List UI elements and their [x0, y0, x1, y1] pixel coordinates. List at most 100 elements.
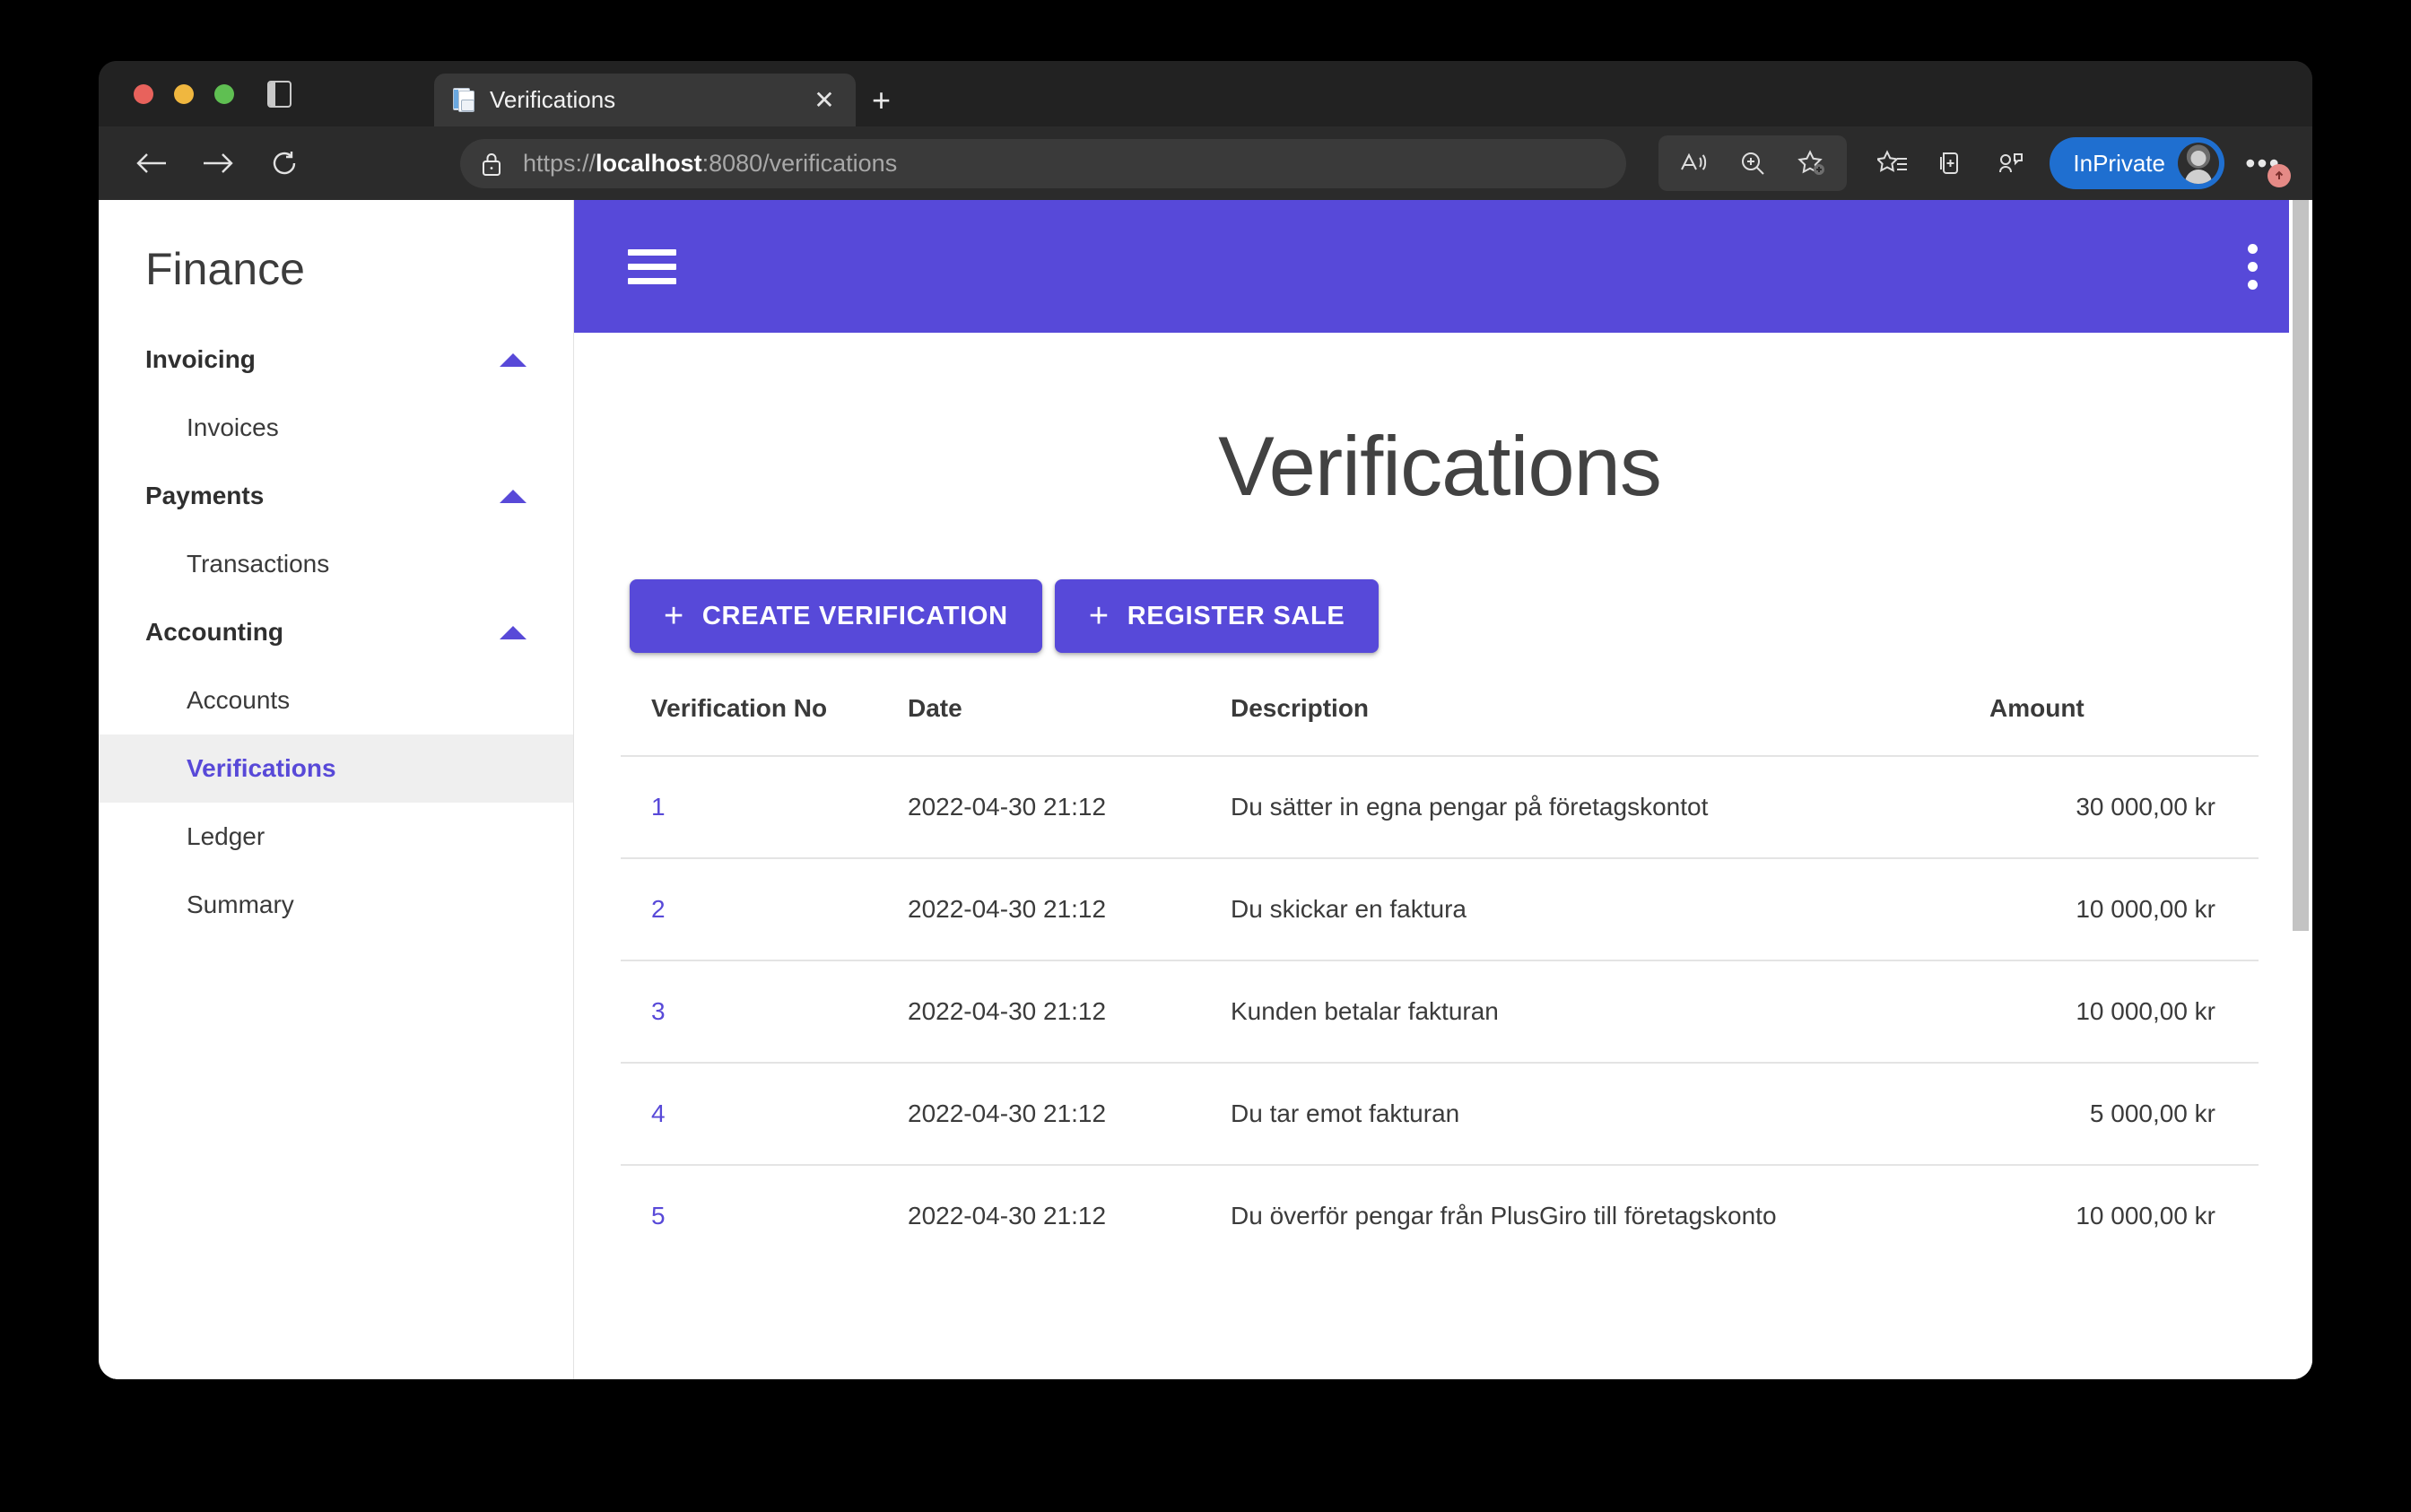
verification-link[interactable]: 4 — [651, 1099, 666, 1127]
sidebar-item-verifications[interactable]: Verifications — [99, 734, 573, 803]
document-pages-icon — [450, 87, 477, 114]
toolbar-right-actions: InPrivate ••• — [1658, 135, 2293, 191]
chevron-up-icon[interactable] — [500, 625, 527, 639]
kebab-menu-icon[interactable] — [2248, 236, 2259, 298]
cell-date: 2022-04-30 21:12 — [908, 755, 1231, 858]
plus-icon: + — [664, 597, 684, 635]
browser-window: Verifications ✕ + https://localhost:8080… — [99, 61, 2312, 1379]
browser-toolbar: https://localhost:8080/verifications InP… — [99, 126, 2312, 200]
minimize-window-button[interactable] — [174, 84, 194, 104]
table-row[interactable]: 4 2022-04-30 21:12 Du tar emot fakturan … — [621, 1062, 2259, 1165]
sidebar-item-invoices[interactable]: Invoices — [99, 394, 573, 462]
sidebar-item-ledger[interactable]: Ledger — [99, 803, 573, 871]
sidebar-item-label: Accounts — [187, 686, 291, 714]
close-window-button[interactable] — [134, 84, 153, 104]
new-tab-button[interactable]: + — [872, 84, 891, 117]
cell-date: 2022-04-30 21:12 — [908, 1062, 1231, 1165]
verification-link[interactable]: 3 — [651, 997, 666, 1025]
lock-icon — [480, 151, 503, 178]
browser-sidebar-toggle-icon[interactable] — [267, 81, 292, 108]
sidebar-item-label: Verifications — [187, 754, 336, 782]
zoom-icon[interactable] — [1723, 137, 1782, 189]
column-header-verification-no[interactable]: Verification No — [621, 694, 908, 756]
page-content: Verifications + CREATE VERIFICATION + RE… — [574, 333, 2312, 1266]
cell-description: Du sätter in egna pengar på företagskont… — [1231, 755, 1989, 858]
url-suffix: :8080/verifications — [701, 150, 898, 177]
app-bar — [574, 200, 2312, 333]
cell-amount: 30 000,00 kr — [1989, 755, 2259, 858]
cell-verification-no: 3 — [621, 960, 908, 1063]
sidebar-group-accounting[interactable]: Accounting — [99, 598, 573, 666]
maximize-window-button[interactable] — [214, 84, 234, 104]
favorites-icon[interactable] — [1863, 137, 1922, 189]
chevron-up-icon[interactable] — [500, 352, 527, 367]
cell-amount: 10 000,00 kr — [1989, 960, 2259, 1063]
address-bar[interactable]: https://localhost:8080/verifications — [460, 139, 1626, 188]
cell-amount: 5 000,00 kr — [1989, 1062, 2259, 1165]
sidebar-item-label: Invoices — [187, 413, 279, 441]
browser-essentials-icon[interactable] — [1981, 137, 2041, 189]
read-aloud-icon[interactable] — [1664, 137, 1723, 189]
table-head: Verification No Date Description Amount — [621, 694, 2259, 756]
sidebar-item-label: Summary — [187, 891, 294, 918]
tab-strip: Verifications ✕ + — [99, 61, 2312, 126]
url-text: https://localhost:8080/verifications — [523, 150, 897, 178]
arrow-left-icon[interactable] — [118, 136, 185, 190]
cell-date: 2022-04-30 21:12 — [908, 1164, 1231, 1266]
table-row[interactable]: 3 2022-04-30 21:12 Kunden betalar faktur… — [621, 960, 2259, 1063]
column-header-amount[interactable]: Amount — [1989, 694, 2259, 756]
table-row[interactable]: 2 2022-04-30 21:12 Du skickar en faktura… — [621, 857, 2259, 960]
inprivate-badge[interactable]: InPrivate — [2050, 137, 2224, 189]
sidebar-item-label: Transactions — [187, 550, 330, 578]
add-favorite-icon[interactable] — [1782, 137, 1841, 189]
page-viewport: Finance Invoicing Invoices Payments Tran… — [99, 200, 2312, 1379]
page-scrollbar[interactable] — [2289, 200, 2312, 1379]
window-traffic-lights — [134, 84, 234, 104]
tab-title: Verifications — [490, 86, 616, 113]
avatar — [2178, 143, 2219, 184]
sidebar-item-transactions[interactable]: Transactions — [99, 530, 573, 598]
cell-verification-no: 1 — [621, 755, 908, 858]
cell-description: Kunden betalar fakturan — [1231, 960, 1989, 1063]
sidebar-item-label: Ledger — [187, 822, 265, 850]
address-bar-actions — [1658, 135, 1848, 191]
verification-link[interactable]: 2 — [651, 895, 666, 923]
sidebar-group-invoicing[interactable]: Invoicing — [99, 326, 573, 394]
sidebar-item-summary[interactable]: Summary — [99, 871, 573, 939]
cell-date: 2022-04-30 21:12 — [908, 960, 1231, 1063]
table-body: 1 2022-04-30 21:12 Du sätter in egna pen… — [621, 755, 2259, 1266]
table-row[interactable]: 1 2022-04-30 21:12 Du sätter in egna pen… — [621, 755, 2259, 858]
column-header-description[interactable]: Description — [1231, 694, 1989, 756]
register-sale-button[interactable]: + REGISTER SALE — [1054, 579, 1380, 653]
page-title: Verifications — [1218, 419, 1662, 513]
verification-link[interactable]: 5 — [651, 1202, 666, 1230]
table-header-row: Verification No Date Description Amount — [621, 694, 2259, 756]
page-scrollbar-thumb[interactable] — [2293, 200, 2309, 931]
chevron-up-icon[interactable] — [500, 489, 527, 503]
settings-and-more-button[interactable]: ••• — [2233, 137, 2293, 189]
close-icon[interactable]: ✕ — [809, 87, 840, 113]
url-host: localhost — [596, 150, 702, 177]
verifications-table: Verification No Date Description Amount … — [621, 694, 2259, 1266]
table-row[interactable]: 5 2022-04-30 21:12 Du överför pengar frå… — [621, 1164, 2259, 1266]
verification-link[interactable]: 1 — [651, 793, 666, 821]
app-sidebar: Finance Invoicing Invoices Payments Tran… — [99, 200, 574, 1379]
cell-amount: 10 000,00 kr — [1989, 1164, 2259, 1266]
sidebar-group-label: Payments — [145, 482, 265, 509]
url-prefix: https:// — [523, 150, 596, 177]
collections-icon[interactable] — [1922, 137, 1981, 189]
arrow-right-icon[interactable] — [185, 136, 251, 190]
reload-icon[interactable] — [251, 136, 318, 190]
app-main: Verifications + CREATE VERIFICATION + RE… — [574, 200, 2312, 1379]
create-verification-button[interactable]: + CREATE VERIFICATION — [630, 579, 1042, 653]
register-sale-label: REGISTER SALE — [1127, 601, 1345, 630]
cell-verification-no: 2 — [621, 857, 908, 960]
sidebar-group-payments[interactable]: Payments — [99, 462, 573, 530]
sidebar-item-accounts[interactable]: Accounts — [99, 666, 573, 734]
hamburger-menu-icon[interactable] — [628, 241, 676, 292]
update-arrow-icon — [2267, 164, 2291, 187]
inprivate-label: InPrivate — [2073, 149, 2165, 177]
cell-verification-no: 4 — [621, 1062, 908, 1165]
browser-tab[interactable]: Verifications ✕ — [434, 74, 856, 126]
column-header-date[interactable]: Date — [908, 694, 1231, 756]
